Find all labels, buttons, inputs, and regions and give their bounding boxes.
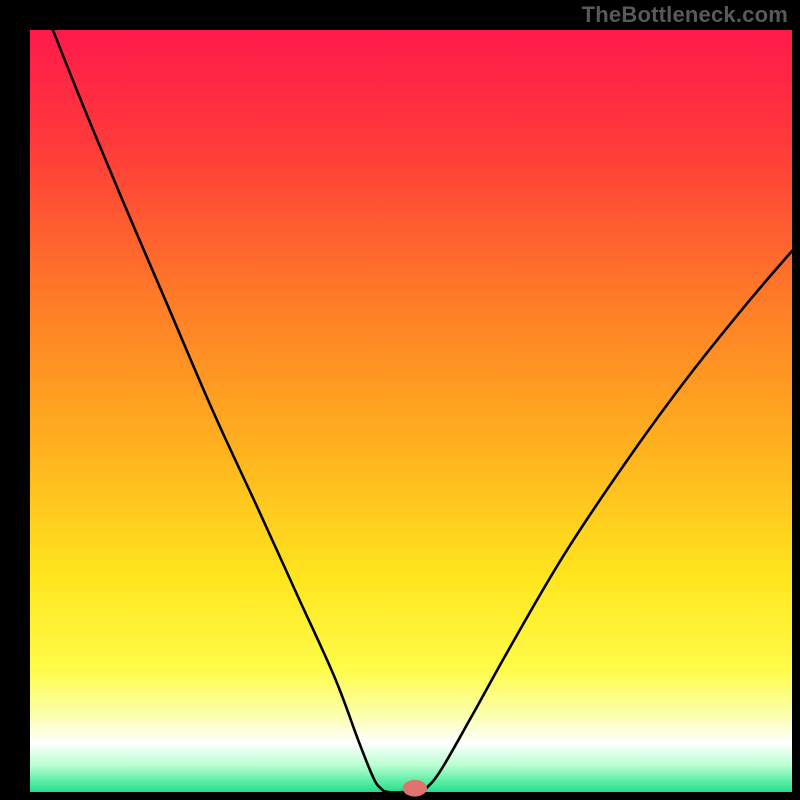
plot-background [30, 30, 792, 792]
watermark-text: TheBottleneck.com [582, 2, 788, 28]
optimal-point-marker [403, 780, 427, 797]
bottleneck-chart [0, 0, 800, 800]
